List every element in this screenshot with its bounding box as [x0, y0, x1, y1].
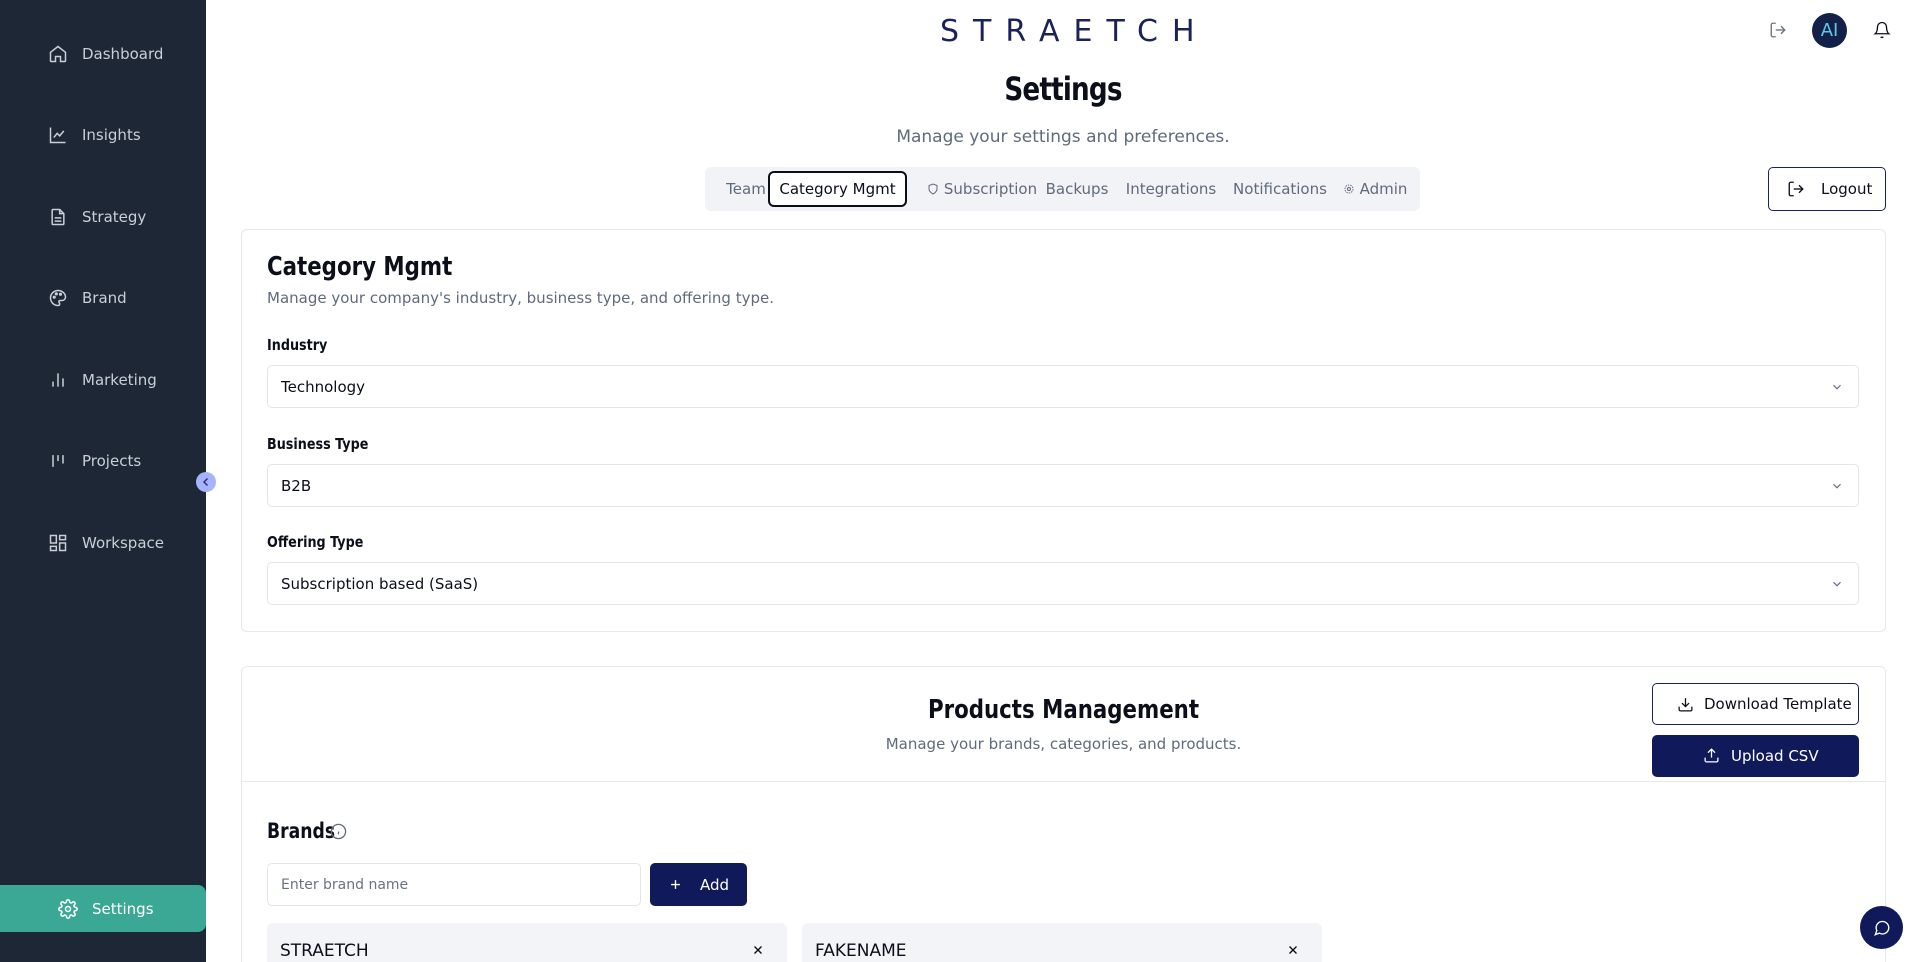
gear-icon: [58, 898, 78, 919]
industry-label: Industry: [267, 336, 328, 354]
tab-integrations[interactable]: Integrations: [1121, 171, 1221, 207]
category-subtitle: Manage your company's industry, business…: [267, 289, 774, 307]
info-icon[interactable]: [330, 823, 347, 840]
sidebar-item-label: Settings: [92, 899, 154, 918]
sidebar-item-settings[interactable]: Settings: [0, 885, 206, 932]
sidebar-item-brand[interactable]: Brand: [0, 278, 206, 318]
brands-title: Brands: [267, 819, 336, 843]
brand-chip: STRAETCH: [267, 923, 787, 962]
offering-type-value: Subscription based (SaaS): [281, 575, 479, 593]
category-title: Category Mgmt: [267, 252, 453, 282]
logout-button[interactable]: Logout: [1768, 167, 1886, 211]
sidebar-item-label: Projects: [82, 452, 142, 470]
logout-icon: [1787, 180, 1805, 202]
sidebar-item-projects[interactable]: Projects: [0, 441, 206, 481]
sidebar: Dashboard Insights Strategy Brand Market…: [0, 0, 206, 962]
grid-icon: [48, 533, 68, 553]
app-logo[interactable]: STRAETCH: [940, 14, 1195, 49]
brand-name: STRAETCH: [280, 941, 369, 961]
logout-label: Logout: [1821, 180, 1873, 198]
sidebar-item-label: Brand: [82, 289, 127, 307]
chevron-left-icon: [200, 473, 212, 492]
gear-icon: [1343, 183, 1355, 195]
sidebar-item-label: Workspace: [82, 534, 164, 552]
chat-icon: [1873, 919, 1891, 937]
tab-backups[interactable]: Backups: [1037, 171, 1117, 207]
divider: [242, 781, 1885, 782]
tab-label: Integrations: [1125, 180, 1217, 198]
products-title: Products Management: [927, 695, 1200, 725]
tab-admin[interactable]: Admin: [1336, 171, 1414, 207]
brand-name: FAKENAME: [815, 941, 907, 961]
home-icon: [48, 44, 68, 64]
upload-icon: [1703, 747, 1720, 764]
tab-label: Admin: [1359, 180, 1408, 198]
industry-select[interactable]: Technology: [267, 365, 1859, 408]
close-icon[interactable]: [751, 942, 765, 961]
tab-label: Notifications: [1233, 180, 1327, 198]
download-icon: [1677, 696, 1694, 713]
chat-button[interactable]: [1860, 906, 1903, 949]
sidebar-item-workspace[interactable]: Workspace: [0, 523, 206, 563]
business-type-value: B2B: [281, 477, 312, 495]
tab-category-mgmt[interactable]: Category Mgmt: [768, 171, 907, 207]
sidebar-item-label: Marketing: [82, 371, 157, 389]
brand-name-input[interactable]: [267, 863, 641, 906]
offering-type-select[interactable]: Subscription based (SaaS): [267, 562, 1859, 605]
brand-chip: FAKENAME: [802, 923, 1322, 962]
download-template-label: Download Template: [1704, 695, 1852, 713]
add-brand-button[interactable]: Add: [650, 863, 747, 906]
plus-icon: [668, 877, 683, 892]
tab-label: Backups: [1045, 180, 1109, 198]
page-subtitle: Manage your settings and preferences.: [896, 127, 1230, 147]
products-management-card: Products Management Manage your brands, …: [241, 666, 1886, 962]
tab-label: Subscription: [943, 180, 1038, 198]
shield-icon: [927, 183, 939, 195]
line-chart-icon: [48, 125, 68, 145]
sidebar-item-dashboard[interactable]: Dashboard: [0, 34, 206, 74]
industry-value: Technology: [281, 378, 366, 396]
document-icon: [48, 207, 68, 227]
chevron-down-icon: [1830, 577, 1844, 595]
tab-label: Team: [726, 180, 766, 198]
page-title: Settings: [1004, 70, 1122, 108]
settings-tabs: Team Category Mgmt Subscription Backups …: [705, 167, 1420, 211]
upload-csv-button[interactable]: Upload CSV: [1652, 735, 1859, 777]
tab-label: Category Mgmt: [779, 180, 896, 198]
sidebar-item-marketing[interactable]: Marketing: [0, 360, 206, 400]
business-type-select[interactable]: B2B: [267, 464, 1859, 507]
exit-icon[interactable]: [1768, 20, 1788, 40]
offering-type-label: Offering Type: [267, 533, 364, 551]
sidebar-item-label: Strategy: [82, 208, 147, 226]
bell-icon[interactable]: [1872, 20, 1892, 40]
tab-subscription[interactable]: Subscription: [912, 171, 1052, 207]
bar-chart-icon: [48, 370, 68, 390]
close-icon[interactable]: [1286, 942, 1300, 961]
tab-notifications[interactable]: Notifications: [1226, 171, 1334, 207]
sidebar-item-strategy[interactable]: Strategy: [0, 197, 206, 237]
category-mgmt-card: Category Mgmt Manage your company's indu…: [241, 229, 1886, 632]
business-type-label: Business Type: [267, 435, 369, 453]
chevron-down-icon: [1830, 479, 1844, 497]
sidebar-collapse-button[interactable]: [196, 472, 216, 492]
avatar[interactable]: AI: [1812, 13, 1847, 48]
kanban-icon: [48, 451, 68, 471]
download-template-button[interactable]: Download Template: [1652, 683, 1859, 725]
sidebar-item-insights[interactable]: Insights: [0, 115, 206, 155]
palette-icon: [48, 288, 68, 308]
sidebar-item-label: Dashboard: [82, 45, 164, 63]
add-label: Add: [700, 875, 730, 894]
sidebar-item-label: Insights: [82, 126, 141, 144]
products-subtitle: Manage your brands, categories, and prod…: [885, 735, 1242, 753]
upload-csv-label: Upload CSV: [1731, 747, 1819, 765]
chevron-down-icon: [1830, 380, 1844, 398]
